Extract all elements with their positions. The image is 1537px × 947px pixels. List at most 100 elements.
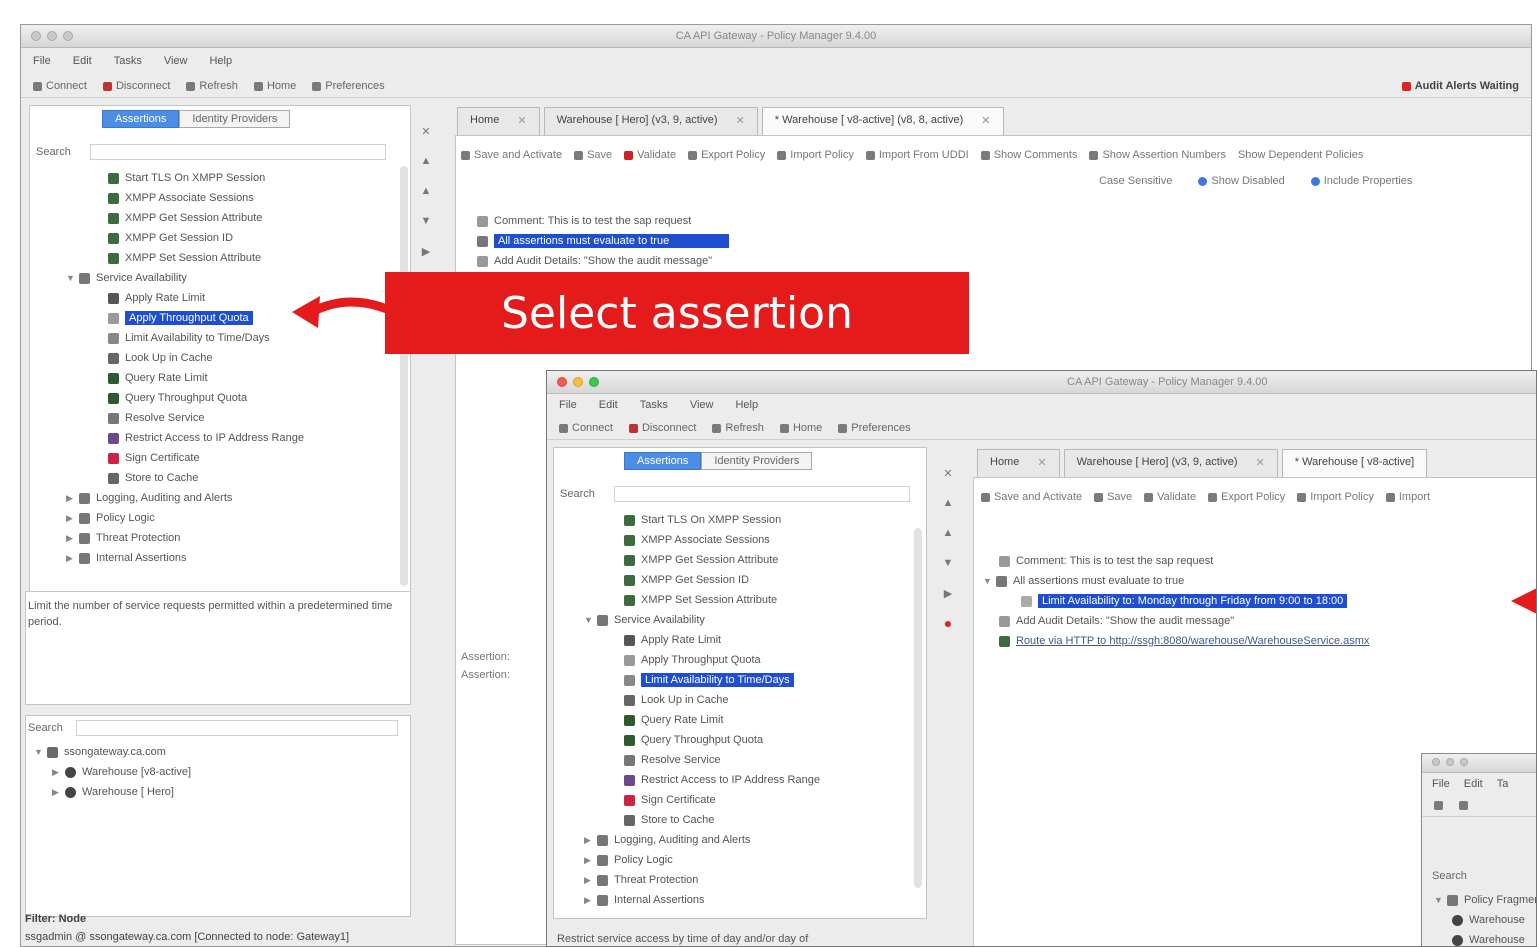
- tree-folder[interactable]: ▼ Service Availability: [554, 610, 926, 630]
- close-tab-icon[interactable]: ✕: [517, 114, 526, 129]
- menu-edit[interactable]: Edit: [73, 55, 92, 67]
- expand-toggle-icon[interactable]: ▶: [584, 875, 594, 886]
- min-dot[interactable]: [1446, 758, 1454, 766]
- validate-button[interactable]: Validate: [1144, 491, 1196, 503]
- close-tab-icon[interactable]: ✕: [981, 114, 990, 129]
- policy-line-selected[interactable]: Limit Availability to: Monday through Fr…: [1021, 591, 1348, 611]
- menu-edit[interactable]: Edit: [599, 399, 618, 411]
- tree-item[interactable]: Store to Cache: [30, 468, 410, 488]
- menu-view[interactable]: View: [690, 399, 714, 411]
- tree-item[interactable]: Resolve Service: [554, 750, 926, 770]
- policy-line[interactable]: Comment: This is to test the sap request: [999, 551, 1213, 571]
- close-tab-icon[interactable]: ✕: [1256, 456, 1265, 471]
- include-properties-option[interactable]: Include Properties: [1310, 175, 1412, 187]
- tab-home[interactable]: Home ✕: [457, 107, 540, 135]
- show-numbers-button[interactable]: Show Assertion Numbers: [1089, 149, 1226, 161]
- menu-help[interactable]: Help: [209, 55, 232, 67]
- tab-warehouse-hero[interactable]: Warehouse [ Hero] (v3, 9, active) ✕: [543, 107, 758, 135]
- stop-icon[interactable]: ●: [941, 615, 955, 631]
- tree-item[interactable]: Warehouse: [1422, 910, 1536, 930]
- close-palette-icon[interactable]: ✕: [419, 125, 433, 139]
- tree-item[interactable]: XMPP Associate Sessions: [30, 188, 410, 208]
- tree-item[interactable]: XMPP Get Session Attribute: [30, 208, 410, 228]
- save-button[interactable]: Save: [574, 149, 612, 161]
- tree-folder[interactable]: ▶ Logging, Auditing and Alerts: [30, 488, 410, 508]
- save-activate-button[interactable]: Save and Activate: [981, 491, 1082, 503]
- palette-search-input[interactable]: [614, 486, 910, 502]
- policy-line[interactable]: Add Audit Details: "Show the audit messa…: [999, 611, 1234, 631]
- palette-scrollbar[interactable]: [914, 528, 922, 888]
- tree-item-selected[interactable]: Limit Availability to Time/Days: [554, 670, 926, 690]
- tab-identity-providers[interactable]: Identity Providers: [701, 452, 813, 470]
- menu-edit[interactable]: Edit: [1464, 778, 1483, 790]
- tree-item[interactable]: Store to Cache: [554, 810, 926, 830]
- menu-tasks[interactable]: Tasks: [640, 399, 668, 411]
- tab-assertions[interactable]: Assertions: [624, 452, 702, 470]
- min-dot[interactable]: [573, 377, 583, 387]
- move-down-icon[interactable]: ▼: [419, 215, 433, 229]
- expand-toggle-icon[interactable]: ▶: [584, 835, 594, 846]
- tree-folder[interactable]: ▶ Threat Protection: [554, 870, 926, 890]
- tree-item[interactable]: XMPP Get Session ID: [554, 570, 926, 590]
- import-button[interactable]: Import: [1385, 491, 1430, 503]
- tree-item[interactable]: Query Rate Limit: [554, 710, 926, 730]
- tree-item[interactable]: Query Throughput Quota: [30, 388, 410, 408]
- tree-item[interactable]: XMPP Set Session Attribute: [30, 248, 410, 268]
- preferences-button[interactable]: Preferences: [312, 80, 385, 92]
- tree-folder[interactable]: ▶ Logging, Auditing and Alerts: [554, 830, 926, 850]
- move-up-icon[interactable]: ▲: [941, 497, 955, 511]
- validate-button[interactable]: Validate: [624, 149, 676, 161]
- move-up-icon[interactable]: ▲: [941, 527, 955, 541]
- close-dot[interactable]: [1432, 758, 1440, 766]
- connect-button[interactable]: Connect: [33, 80, 87, 92]
- show-comments-button[interactable]: Show Comments: [980, 149, 1077, 161]
- expand-toggle-icon[interactable]: ▼: [34, 747, 44, 757]
- tree-item[interactable]: XMPP Associate Sessions: [554, 530, 926, 550]
- tree-item[interactable]: Apply Throughput Quota: [554, 650, 926, 670]
- export-policy-button[interactable]: Export Policy: [1208, 491, 1285, 503]
- tree-item[interactable]: Query Throughput Quota: [554, 730, 926, 750]
- tree-folder[interactable]: ▶ Threat Protection: [30, 528, 410, 548]
- tree-item[interactable]: Restrict Access to IP Address Range: [30, 428, 410, 448]
- menu-view[interactable]: View: [164, 55, 188, 67]
- import-policy-button[interactable]: Import Policy: [777, 149, 854, 161]
- palette-scrollbar[interactable]: [400, 166, 408, 586]
- show-disabled-option[interactable]: Show Disabled: [1198, 175, 1285, 187]
- save-button[interactable]: Save: [1094, 491, 1132, 503]
- expand-toggle-icon[interactable]: ▶: [66, 493, 76, 504]
- tree-folder[interactable]: ▶ Internal Assertions: [30, 548, 410, 568]
- service-node[interactable]: ▶ Warehouse [v8-active]: [26, 762, 410, 782]
- move-right-icon[interactable]: ▶: [941, 587, 955, 601]
- tab-warehouse-v8[interactable]: * Warehouse [ v8-active]: [1281, 449, 1428, 477]
- expand-toggle-icon[interactable]: ▶: [584, 855, 594, 866]
- tab-identity-providers[interactable]: Identity Providers: [179, 110, 291, 128]
- menu-file[interactable]: File: [559, 399, 577, 411]
- tree-item[interactable]: XMPP Get Session ID: [30, 228, 410, 248]
- tree-item[interactable]: Look Up in Cache: [554, 690, 926, 710]
- expand-toggle-icon[interactable]: ▶: [66, 533, 76, 544]
- tree-item[interactable]: Look Up in Cache: [30, 348, 410, 368]
- tree-folder[interactable]: ▶ Policy Logic: [554, 850, 926, 870]
- home-button[interactable]: Home: [779, 422, 822, 434]
- policy-line[interactable]: Route via HTTP to http://ssgh:8080/wareh…: [999, 631, 1369, 651]
- service-node[interactable]: ▶ Warehouse [ Hero]: [26, 782, 410, 802]
- tab-warehouse-v8[interactable]: * Warehouse [ v8-active] (v8, 8, active)…: [761, 107, 1004, 135]
- zoom-dot[interactable]: [589, 377, 599, 387]
- expand-toggle-icon[interactable]: ▼: [584, 615, 594, 625]
- export-policy-button[interactable]: Export Policy: [688, 149, 765, 161]
- import-uddi-button[interactable]: Import From UDDI: [865, 149, 969, 161]
- menu-help[interactable]: Help: [735, 399, 758, 411]
- audit-alert-button[interactable]: Audit Alerts Waiting: [1401, 80, 1519, 92]
- tree-item[interactable]: Apply Rate Limit: [554, 630, 926, 650]
- tree-item[interactable]: XMPP Get Session Attribute: [554, 550, 926, 570]
- expand-toggle-icon[interactable]: ▼: [66, 273, 76, 283]
- gateway-node[interactable]: ▼ ssongateway.ca.com: [26, 742, 410, 762]
- tree-item[interactable]: Restrict Access to IP Address Range: [554, 770, 926, 790]
- preferences-button[interactable]: Preferences: [838, 422, 911, 434]
- move-up-icon[interactable]: ▲: [419, 155, 433, 169]
- policy-line[interactable]: ▼ All assertions must evaluate to true: [983, 571, 1184, 591]
- close-tab-icon[interactable]: ✕: [1037, 456, 1046, 471]
- expand-toggle-icon[interactable]: ▼: [1434, 895, 1444, 905]
- tree-item[interactable]: Query Rate Limit: [30, 368, 410, 388]
- refresh-button[interactable]: Refresh: [186, 80, 238, 92]
